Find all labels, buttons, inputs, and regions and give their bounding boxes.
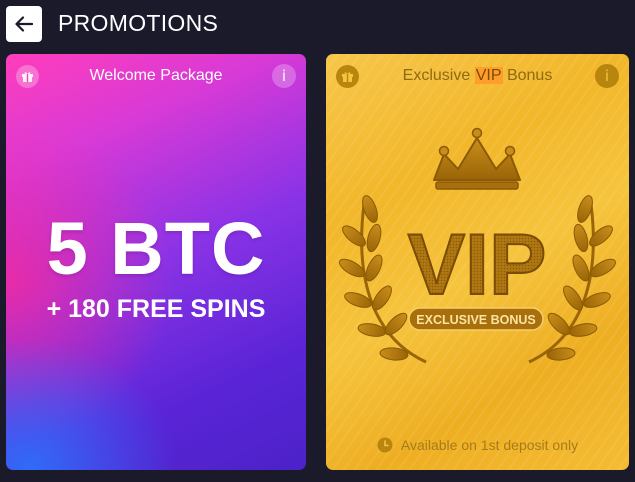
page-title: PROMOTIONS [58,10,219,36]
card-header: Welcome Package i [6,54,306,98]
deposit-note-text: Available on 1st deposit only [400,437,579,453]
back-button[interactable] [6,6,42,42]
vip-text: VIP [408,217,547,313]
header: PROMOTIONS [0,0,635,48]
exclusive-bonus-ribbon: EXCLUSIVE BONUS [416,313,535,327]
crown-icon [433,127,521,190]
welcome-package-card[interactable]: Welcome Package i 5 BTC + 180 FREE SPINS [6,54,306,470]
gift-icon [16,65,39,88]
deposit-note: Available on 1st deposit only [326,437,629,453]
card-title: Welcome Package [89,67,223,84]
clock-icon [377,437,393,453]
arrow-left-icon [15,16,33,32]
free-spins-text: + 180 FREE SPINS [46,295,266,323]
vip-bonus-card[interactable]: Exclusive VIP Bonus i VIP EXCLUSIVE BONU… [326,54,629,470]
bonus-amount: 5 BTC [46,207,266,290]
info-button[interactable]: i [272,64,296,88]
vip-emblem: VIP EXCLUSIVE BONUS [339,127,616,364]
